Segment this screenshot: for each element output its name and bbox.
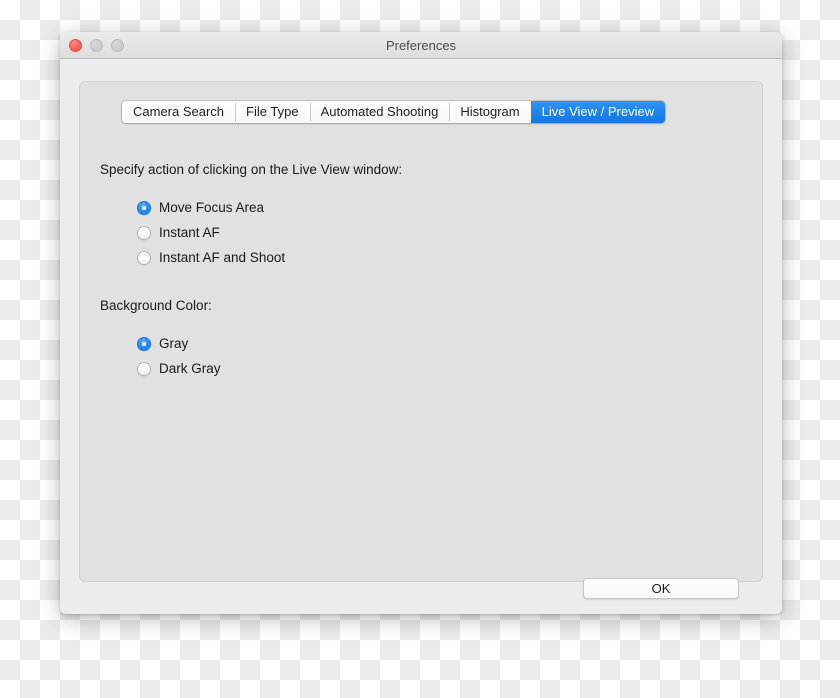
- radio-button-icon[interactable]: [137, 361, 151, 376]
- window-title: Preferences: [385, 38, 457, 53]
- radio-label-gray: Gray: [159, 336, 189, 351]
- window-body: Camera Search File Type Automated Shooti…: [60, 59, 782, 613]
- radio-row-instant-af[interactable]: Instant AF: [137, 220, 700, 245]
- radio-row-instant-af-and-shoot[interactable]: Instant AF and Shoot: [137, 245, 700, 270]
- tab-file-type[interactable]: File Type: [235, 101, 310, 123]
- radio-button-icon[interactable]: [137, 225, 151, 240]
- radio-label-instant-af: Instant AF: [159, 225, 220, 240]
- radio-label-move-focus-area: Move Focus Area: [159, 200, 265, 215]
- live-view-action-label: Specify action of clicking on the Live V…: [100, 162, 403, 177]
- radio-row-dark-gray[interactable]: Dark Gray: [137, 356, 700, 381]
- tab-live-view-preview[interactable]: Live View / Preview: [530, 101, 666, 123]
- preferences-window: Preferences Camera Search File Type Auto…: [60, 32, 782, 614]
- radio-button-selected-icon[interactable]: [137, 336, 151, 351]
- ok-button[interactable]: OK: [583, 578, 739, 599]
- radio-button-icon[interactable]: [137, 250, 151, 265]
- tab-histogram[interactable]: Histogram: [449, 101, 531, 123]
- live-view-action-radio-group: Move Focus Area Instant AF Instant AF an…: [137, 195, 700, 270]
- transparent-canvas: Preferences Camera Search File Type Auto…: [0, 0, 840, 698]
- radio-button-selected-icon[interactable]: [137, 200, 151, 215]
- radio-label-dark-gray: Dark Gray: [159, 361, 221, 376]
- radio-row-move-focus-area[interactable]: Move Focus Area: [137, 195, 700, 220]
- radio-label-instant-af-and-shoot: Instant AF and Shoot: [159, 250, 286, 265]
- tab-camera-search[interactable]: Camera Search: [122, 101, 236, 123]
- panel-content: Specify action of clicking on the Live V…: [100, 162, 700, 381]
- tab-automated-shooting[interactable]: Automated Shooting: [309, 101, 450, 123]
- tab-bar: Camera Search File Type Automated Shooti…: [122, 101, 666, 123]
- window-titlebar[interactable]: Preferences: [60, 32, 782, 59]
- radio-row-gray[interactable]: Gray: [137, 331, 700, 356]
- background-color-radio-group: Gray Dark Gray: [137, 331, 700, 381]
- background-color-label: Background Color:: [100, 298, 212, 313]
